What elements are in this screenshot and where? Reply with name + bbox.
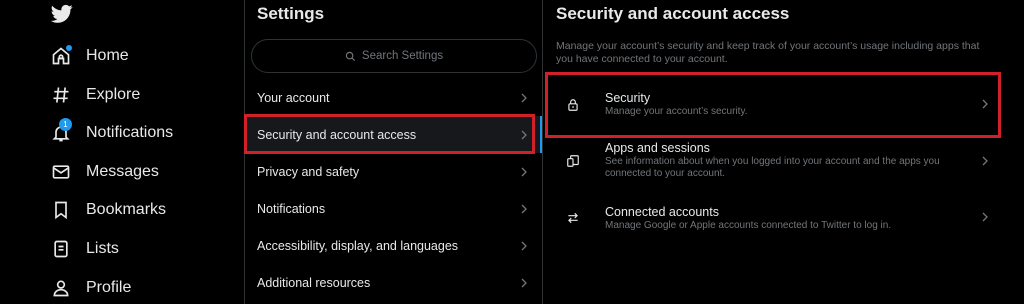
nav-label: Notifications [86,124,174,141]
settings-item-security-and-account-access[interactable]: Security and account access [245,116,542,153]
nav-item-home[interactable]: Home [50,41,129,71]
person-icon [50,277,72,299]
settings-item-label: Notifications [257,201,326,216]
settings-column: Settings Search Settings Your account Se… [245,0,542,304]
chevron-right-icon [982,156,988,166]
nav-label: Messages [86,163,159,180]
search-placeholder: Search Settings [361,50,444,62]
envelope-icon [50,161,72,183]
primary-nav: Home Explore 1 Notifications Messages Bo… [0,0,244,304]
option-title: Security [605,91,651,105]
home-icon [50,45,72,67]
option-title: Apps and sessions [605,141,710,155]
option-subtitle: Manage Google or Apple accounts connecte… [605,220,892,231]
nav-item-messages[interactable]: Messages [50,157,159,187]
settings-item-notifications[interactable]: Notifications [245,190,542,227]
chevron-right-icon [521,93,527,102]
option-title: Connected accounts [605,205,719,219]
search-settings-input[interactable]: Search Settings [251,39,537,73]
nav-item-notifications[interactable]: 1 Notifications [50,118,173,148]
chevron-right-icon [982,212,988,222]
twitter-bird-icon[interactable] [50,4,73,24]
lock-icon [566,98,580,112]
swap-arrows-icon [566,211,580,225]
unread-dot [66,45,72,51]
option-apps-and-sessions[interactable]: Apps and sessions See information about … [544,138,1000,192]
detail-column: Security and account access Manage your … [544,0,1024,304]
option-security[interactable]: Security Manage your account’s security. [544,78,1000,138]
nav-label: Lists [86,240,119,257]
settings-item-your-account[interactable]: Your account [245,79,542,116]
hashtag-icon [50,84,72,106]
option-connected-accounts[interactable]: Connected accounts Manage Google or Appl… [544,196,1000,240]
chevron-right-icon [521,130,527,139]
chevron-right-icon [521,204,527,213]
notification-badge: 1 [59,118,72,131]
settings-title: Settings [257,4,325,23]
list-icon [50,238,72,260]
detail-title: Security and account access [556,4,790,23]
nav-label: Profile [86,279,132,296]
chevron-right-icon [521,278,527,287]
nav-label: Home [86,47,129,64]
option-subtitle: See information about when you logged in… [605,156,940,179]
nav-item-lists[interactable]: Lists [50,234,119,264]
settings-item-label: Accessibility, display, and languages [257,238,459,253]
settings-item-label: Privacy and safety [257,164,360,179]
chevron-right-icon [982,99,988,109]
option-subtitle: Manage your account’s security. [605,106,748,117]
devices-icon [566,154,580,168]
settings-item-accessibility[interactable]: Accessibility, display, and languages [245,227,542,264]
chevron-right-icon [521,167,527,176]
nav-item-explore[interactable]: Explore [50,80,140,110]
settings-item-label: Your account [257,90,330,105]
nav-item-bookmarks[interactable]: Bookmarks [50,195,166,225]
search-icon [345,51,355,61]
chevron-right-icon [521,241,527,250]
column-divider [542,0,543,304]
nav-label: Explore [86,86,141,103]
settings-item-additional-resources[interactable]: Additional resources [245,264,542,301]
nav-item-profile[interactable]: Profile [50,273,131,303]
bookmark-icon [50,199,72,221]
nav-label: Bookmarks [86,201,167,218]
detail-description: Manage your account’s security and keep … [556,40,980,65]
bell-icon: 1 [50,118,72,144]
settings-item-privacy-and-safety[interactable]: Privacy and safety [245,153,542,190]
settings-item-label: Security and account access [257,127,417,142]
settings-item-label: Additional resources [257,275,371,290]
